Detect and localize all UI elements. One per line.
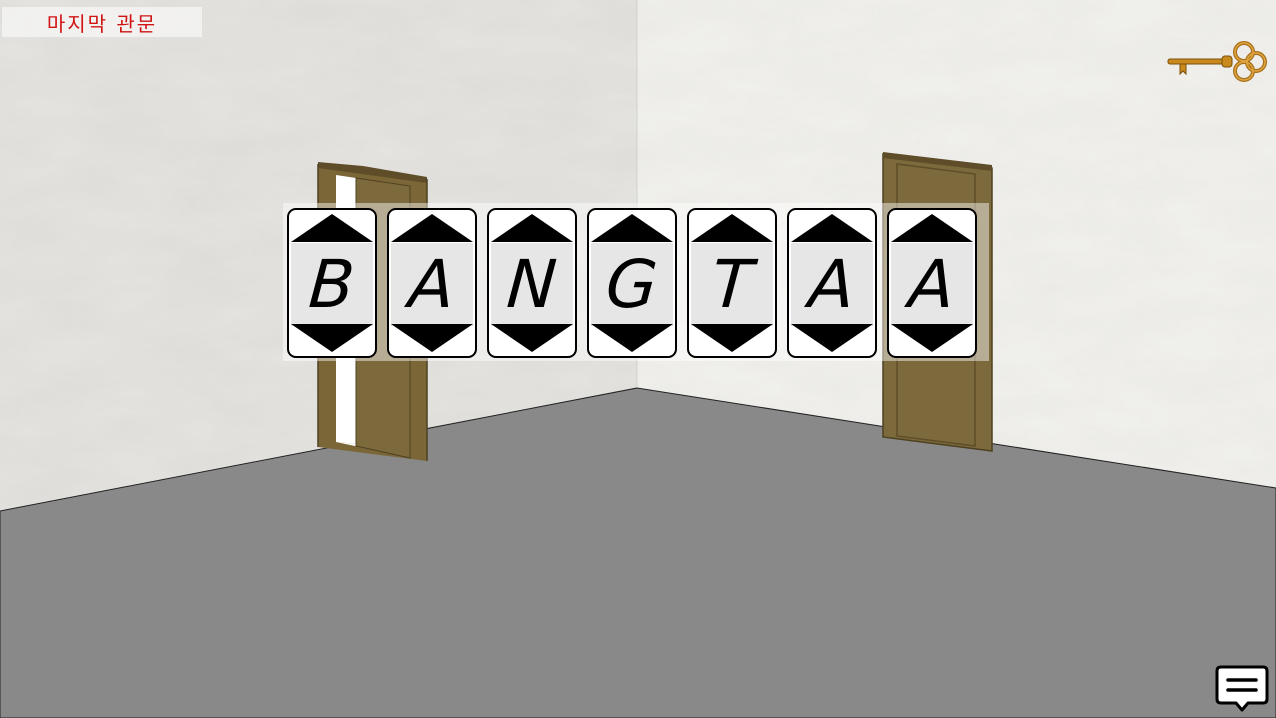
- stage-title: 마지막 관문: [46, 11, 158, 36]
- wheel-7-up-button[interactable]: [891, 214, 973, 242]
- wheel-3-down-button[interactable]: [491, 324, 573, 352]
- wheel-3-letter: N: [504, 245, 560, 323]
- triangle-up-icon: [891, 214, 973, 242]
- wheel-5-letter: T: [709, 245, 755, 323]
- wheel-5-up-button[interactable]: [691, 214, 773, 242]
- triangle-down-icon: [391, 324, 473, 352]
- wheel-6-letter: A: [806, 245, 858, 323]
- wheel-2-letter: A: [406, 245, 458, 323]
- letter-wheel-3: N: [487, 208, 577, 358]
- triangle-up-icon: [291, 214, 373, 242]
- letter-lock-panel: B A N G T A A: [283, 203, 989, 361]
- triangle-down-icon: [891, 324, 973, 352]
- wheel-3-face: N: [491, 243, 573, 326]
- letter-wheel-2: A: [387, 208, 477, 358]
- letter-wheel-4: G: [587, 208, 677, 358]
- letter-wheel-1: B: [287, 208, 377, 358]
- triangle-up-icon: [691, 214, 773, 242]
- wheel-2-up-button[interactable]: [391, 214, 473, 242]
- wheel-4-down-button[interactable]: [591, 324, 673, 352]
- chat-bubble-icon[interactable]: [1215, 665, 1269, 713]
- wheel-4-letter: G: [603, 245, 661, 323]
- key-icon[interactable]: [1166, 38, 1268, 84]
- triangle-down-icon: [591, 324, 673, 352]
- triangle-up-icon: [591, 214, 673, 242]
- wheel-1-up-button[interactable]: [291, 214, 373, 242]
- wheel-4-up-button[interactable]: [591, 214, 673, 242]
- wheel-1-down-button[interactable]: [291, 324, 373, 352]
- letter-wheel-7: A: [887, 208, 977, 358]
- triangle-up-icon: [391, 214, 473, 242]
- wheel-3-up-button[interactable]: [491, 214, 573, 242]
- wheel-7-face: A: [891, 243, 973, 326]
- triangle-down-icon: [491, 324, 573, 352]
- wheel-1-letter: B: [306, 245, 358, 323]
- triangle-up-icon: [791, 214, 873, 242]
- stage-title-box: 마지막 관문: [2, 7, 202, 37]
- wheel-7-down-button[interactable]: [891, 324, 973, 352]
- wheel-6-down-button[interactable]: [791, 324, 873, 352]
- wheel-4-face: G: [591, 243, 673, 326]
- wheel-2-down-button[interactable]: [391, 324, 473, 352]
- triangle-up-icon: [491, 214, 573, 242]
- letter-wheel-5: T: [687, 208, 777, 358]
- triangle-down-icon: [691, 324, 773, 352]
- triangle-down-icon: [791, 324, 873, 352]
- wheel-7-letter: A: [906, 245, 958, 323]
- wheel-6-up-button[interactable]: [791, 214, 873, 242]
- wheel-6-face: A: [791, 243, 873, 326]
- wheel-5-face: T: [691, 243, 773, 326]
- letter-wheel-6: A: [787, 208, 877, 358]
- triangle-down-icon: [291, 324, 373, 352]
- wheel-2-face: A: [391, 243, 473, 326]
- wheel-5-down-button[interactable]: [691, 324, 773, 352]
- wheel-1-face: B: [291, 243, 373, 326]
